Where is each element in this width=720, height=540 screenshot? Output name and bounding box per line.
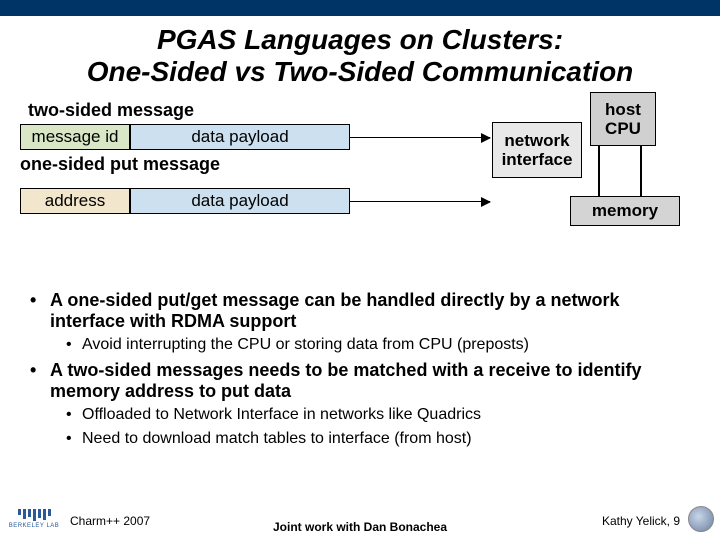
arrow-one-sided — [350, 201, 490, 202]
slide-title: PGAS Languages on Clusters: One-Sided vs… — [0, 16, 720, 100]
footer: BERKELEY LAB Charm++ 2007 Joint work wit… — [0, 504, 720, 534]
arrow-two-sided — [350, 137, 490, 138]
message-id-box: message id — [20, 124, 130, 150]
payload-box-2: data payload — [130, 188, 350, 214]
bullet-1-sub: Avoid interrupting the CPU or storing da… — [66, 336, 690, 354]
address-box: address — [20, 188, 130, 214]
payload-box-1: data payload — [130, 124, 350, 150]
bullet-2-sub1: Offloaded to Network Interface in networ… — [66, 406, 690, 424]
network-interface-box: network interface — [492, 122, 582, 178]
bullet-2: A two-sided messages needs to be matched… — [30, 360, 690, 402]
title-line2: One-Sided vs Two-Sided Communication — [87, 56, 634, 87]
seal-icon — [688, 506, 714, 532]
top-bar — [0, 0, 720, 16]
cpu-mem-line-left — [598, 146, 600, 196]
bullet-area: A one-sided put/get message can be handl… — [30, 290, 690, 448]
host-cpu-box: host CPU — [590, 92, 656, 146]
one-sided-label: one-sided put message — [20, 154, 220, 175]
bullet-1: A one-sided put/get message can be handl… — [30, 290, 690, 332]
footer-right: Kathy Yelick, 9 — [602, 514, 680, 528]
memory-box: memory — [570, 196, 680, 226]
diagram-area: two-sided message message id data payloa… — [20, 100, 700, 280]
cpu-mem-line-right — [640, 146, 642, 196]
two-sided-label: two-sided message — [28, 100, 194, 121]
title-line1: PGAS Languages on Clusters: — [157, 24, 563, 55]
bullet-2-sub2: Need to download match tables to interfa… — [66, 430, 690, 448]
